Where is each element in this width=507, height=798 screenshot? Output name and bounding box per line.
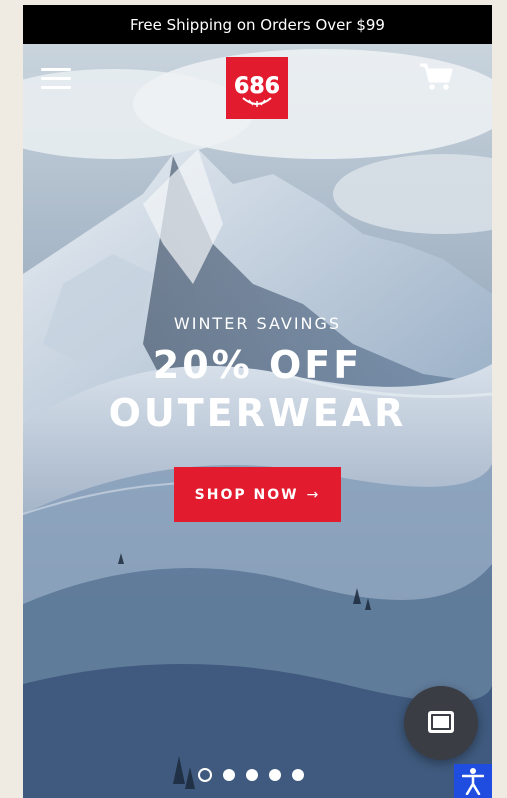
slide-dot-5[interactable]: [292, 769, 304, 781]
slide-dot-4[interactable]: [269, 769, 281, 781]
arrow-right-icon: →: [306, 486, 321, 503]
logo-mark: 686: [234, 74, 280, 107]
chat-button[interactable]: [404, 686, 478, 760]
accessibility-icon: [462, 768, 484, 795]
hero-slide: 686 WINTER SAVINGS 20% OFF OUTERWEAR SHO…: [23, 44, 492, 798]
brand-logo[interactable]: 686: [226, 57, 288, 119]
hamburger-menu-icon: [41, 68, 71, 71]
shop-now-button[interactable]: SHOP NOW →: [174, 467, 341, 522]
hero-headline-line1: 20% OFF: [152, 343, 363, 387]
hero-copy: WINTER SAVINGS 20% OFF OUTERWEAR: [23, 314, 492, 437]
announcement-bar: Free Shipping on Orders Over $99: [23, 5, 492, 44]
hamburger-line: [41, 77, 71, 80]
shop-now-label: SHOP NOW: [194, 486, 299, 503]
accessibility-button[interactable]: [454, 764, 492, 798]
menu-button[interactable]: [41, 68, 71, 90]
svg-text:686: 686: [234, 74, 280, 99]
slide-dot-3[interactable]: [246, 769, 258, 781]
page-frame: Free Shipping on Orders Over $99 686 WIN…: [23, 5, 492, 798]
slide-dot-2[interactable]: [223, 769, 235, 781]
shopping-cart-icon: [420, 63, 453, 90]
hero-headline-line2: OUTERWEAR: [108, 391, 407, 435]
announcement-text: Free Shipping on Orders Over $99: [130, 15, 385, 34]
slide-dot-1[interactable]: [198, 768, 212, 782]
cart-button[interactable]: [419, 62, 453, 92]
hero-eyebrow: WINTER SAVINGS: [173, 314, 342, 333]
hamburger-line: [41, 86, 71, 89]
chat-bubble-icon: [428, 711, 454, 733]
slider-pagination: [198, 767, 304, 783]
